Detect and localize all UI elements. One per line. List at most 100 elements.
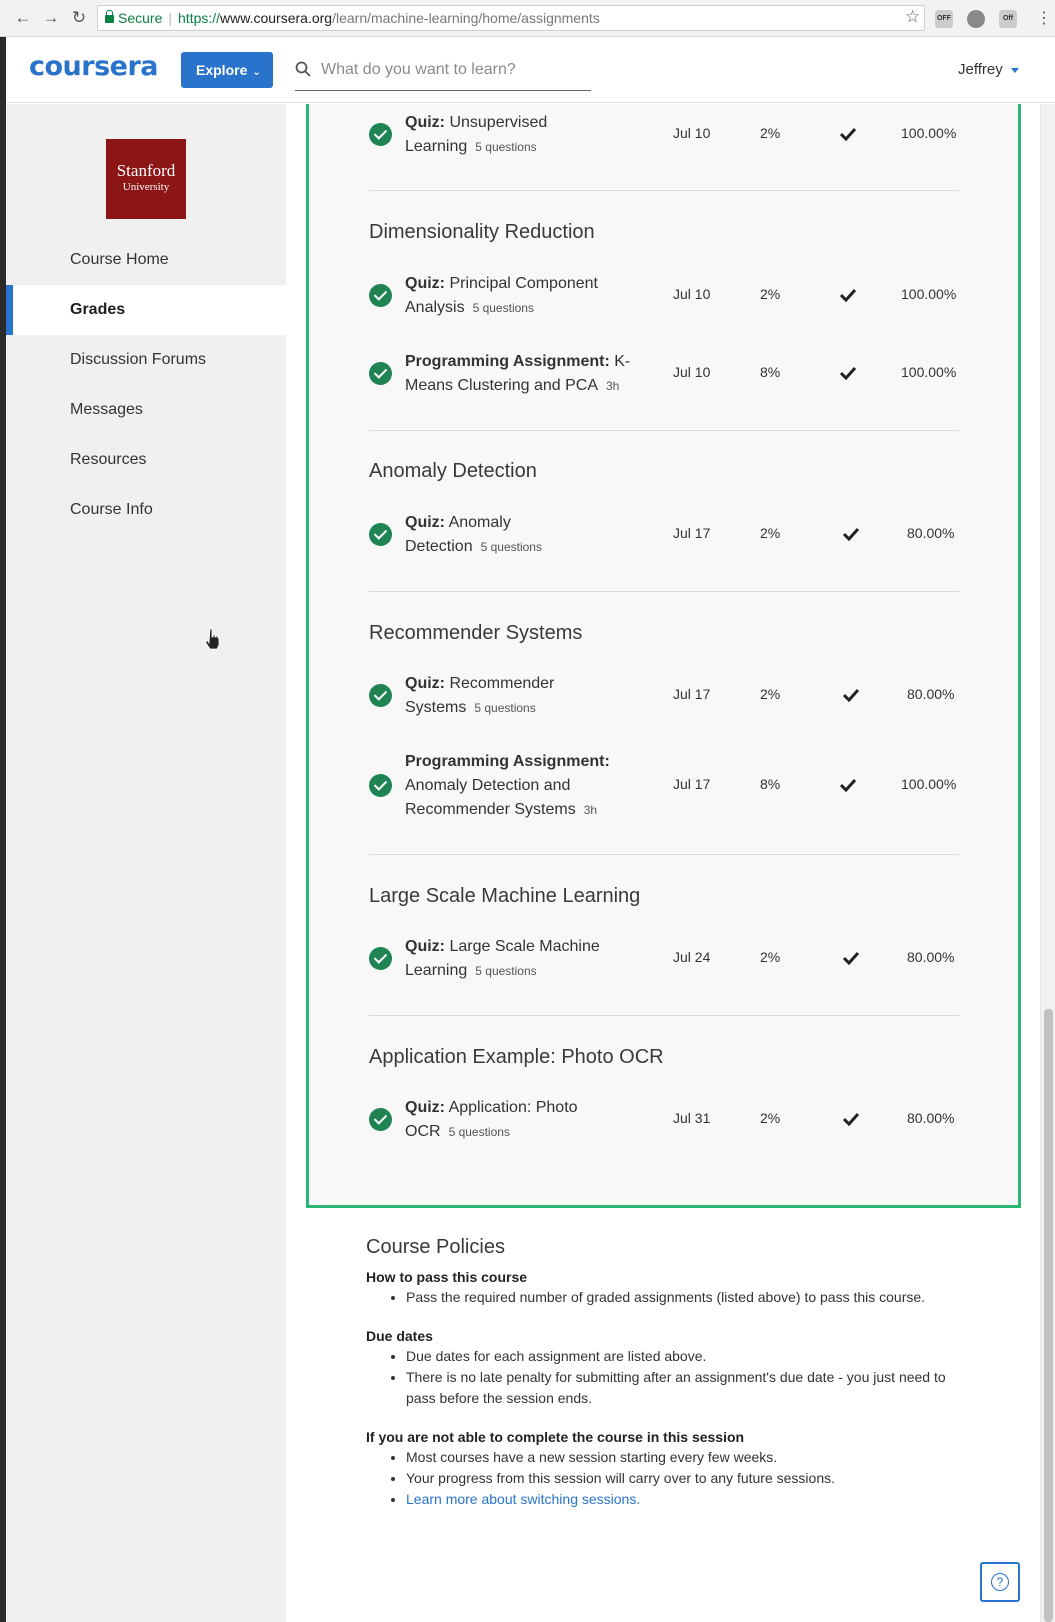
- chevron-down-icon: ⌄: [252, 67, 261, 78]
- passed-checkmark-icon: [840, 366, 856, 380]
- back-icon[interactable]: ←: [13, 8, 33, 28]
- completed-check-icon: [369, 362, 392, 385]
- sidebar-item-course-home[interactable]: Course Home: [6, 235, 286, 285]
- completed-check-icon: [369, 1108, 392, 1131]
- extension-globe-icon[interactable]: [967, 10, 985, 28]
- assignment-type: Quiz:: [405, 938, 445, 955]
- assignment-row[interactable]: Quiz: Application: Photo OCR 5 questions J…: [369, 1094, 959, 1146]
- course-policies: Course Policies How to pass this course …: [366, 1236, 966, 1530]
- sidebar-item-grades[interactable]: Grades: [6, 285, 286, 335]
- user-menu[interactable]: Jeffrey: [958, 61, 1019, 78]
- assignment-row[interactable]: Quiz: Large Scale Machine Learning 5 quest…: [369, 933, 959, 985]
- weight: 2%: [760, 525, 781, 541]
- hand-cursor-icon: [205, 628, 220, 650]
- passed-checkmark-icon: [840, 127, 856, 141]
- assignment-meta: 5 questions: [448, 1125, 510, 1139]
- assignment-type: Quiz:: [405, 675, 445, 692]
- lock-icon: [105, 10, 114, 23]
- list-item: Pass the required number of graded assig…: [406, 1287, 966, 1308]
- search-input[interactable]: [321, 55, 589, 85]
- assignment-name-cont: Analysis: [405, 299, 465, 316]
- help-icon: ?: [991, 1573, 1009, 1591]
- due-date: Jul 17: [673, 776, 711, 792]
- section-title: Large Scale Machine Learning: [369, 885, 641, 907]
- due-date: Jul 17: [673, 525, 711, 541]
- extension-off-icon[interactable]: Off: [999, 10, 1017, 28]
- stanford-logo-line2: University: [122, 181, 170, 193]
- assignment-name: Anomaly: [448, 514, 511, 531]
- assignment-name: Anomaly Detection and: [405, 777, 571, 794]
- assignment-meta: 5 questions: [475, 140, 537, 154]
- due-date: Jul 31: [673, 1110, 711, 1126]
- weight: 2%: [760, 125, 781, 141]
- caret-down-icon: [1010, 67, 1019, 73]
- weight: 2%: [760, 686, 781, 702]
- grade: 100.00%: [901, 364, 957, 380]
- scrollbar-thumb[interactable]: [1044, 1009, 1053, 1622]
- stanford-logo[interactable]: Stanford University: [106, 139, 186, 219]
- explore-label: Explore: [196, 62, 248, 78]
- assignment-type: Programming Assignment:: [405, 353, 610, 370]
- assignment-meta: 3h: [583, 803, 598, 817]
- completed-check-icon: [369, 684, 392, 707]
- sidebar-item-course-info[interactable]: Course Info: [6, 485, 286, 535]
- due-heading: Due dates: [366, 1328, 433, 1344]
- secure-label: Secure: [118, 10, 163, 26]
- assignment-name: Unsupervised: [449, 114, 548, 131]
- assignment-row[interactable]: Quiz: Unsupervised Learning 5 questions Ju…: [369, 109, 959, 161]
- assignment-meta: 3h: [605, 379, 620, 393]
- assignment-name-cont: Learning: [405, 138, 468, 155]
- assignment-name-cont: Systems: [405, 699, 467, 716]
- assignment-type: Quiz:: [405, 275, 445, 292]
- section-title: Application Example: Photo OCR: [369, 1046, 664, 1068]
- extension-icon[interactable]: OFF: [935, 10, 953, 28]
- assignment-name: Large Scale Machine: [449, 938, 600, 955]
- help-button[interactable]: ?: [980, 1562, 1020, 1602]
- assignment-meta: 5 questions: [480, 540, 542, 554]
- assignment-name-cont: Means Clustering and PCA: [405, 377, 598, 394]
- section-divider: [369, 190, 959, 191]
- sidebar-item-messages[interactable]: Messages: [6, 385, 286, 435]
- reload-icon[interactable]: ↻: [69, 8, 89, 28]
- list-item: Due dates for each assignment are listed…: [406, 1346, 966, 1367]
- page-scrollbar[interactable]: [1040, 104, 1055, 1622]
- assignment-row[interactable]: Quiz: Recommender Systems 5 questions Jul …: [369, 670, 959, 722]
- assignment-name-cont: Learning: [405, 962, 468, 979]
- passed-checkmark-icon: [843, 951, 859, 965]
- section-divider: [369, 854, 959, 855]
- assignment-name: Application: Photo: [448, 1099, 578, 1116]
- forward-icon[interactable]: →: [41, 8, 61, 28]
- address-bar[interactable]: Secure | https://www.coursera.org/learn/ma…: [97, 5, 925, 31]
- pass-heading: How to pass this course: [366, 1269, 528, 1285]
- grade: 80.00%: [907, 1110, 955, 1126]
- assignment-row[interactable]: Programming Assignment: Anomaly Detection…: [369, 748, 959, 824]
- sidebar-item-resources[interactable]: Resources: [6, 435, 286, 485]
- assignment-name-cont: OCR: [405, 1123, 441, 1140]
- switch-sessions-link[interactable]: Learn more about switching sessions.: [406, 1491, 640, 1507]
- grade: 100.00%: [901, 286, 957, 302]
- coursera-logo[interactable]: coursera: [29, 51, 159, 82]
- bookmark-star-icon[interactable]: ☆: [905, 7, 920, 27]
- course-sidebar: Stanford University Course Home Grades D…: [6, 104, 286, 1622]
- assignment-meta: 5 questions: [472, 301, 534, 315]
- browser-menu-icon[interactable]: ⋮: [1036, 8, 1052, 28]
- explore-button[interactable]: Explore ⌄: [181, 52, 273, 88]
- assignment-row[interactable]: Quiz: Principal Component Analysis 5 quest…: [369, 270, 959, 322]
- passed-checkmark-icon: [843, 688, 859, 702]
- due-date: Jul 10: [673, 364, 711, 380]
- grade: 80.00%: [907, 525, 955, 541]
- url-scheme: https://: [178, 10, 221, 26]
- user-name: Jeffrey: [958, 61, 1003, 78]
- assignment-meta: 5 questions: [475, 964, 537, 978]
- assignment-row[interactable]: Quiz: Anomaly Detection 5 questions Jul 17…: [369, 509, 959, 561]
- sidebar-item-discussion-forums[interactable]: Discussion Forums: [6, 335, 286, 385]
- assignment-name-cont: Recommender Systems: [405, 801, 576, 818]
- assignment-name-cont: Detection: [405, 538, 473, 555]
- section-divider: [369, 430, 959, 431]
- due-date: Jul 17: [673, 686, 711, 702]
- list-item: Most courses have a new session starting…: [406, 1447, 966, 1468]
- assignment-row[interactable]: Programming Assignment: K- Means Clusteri…: [369, 348, 959, 400]
- section-divider: [369, 1015, 959, 1016]
- completed-check-icon: [369, 523, 392, 546]
- list-item: Learn more about switching sessions.: [406, 1489, 966, 1510]
